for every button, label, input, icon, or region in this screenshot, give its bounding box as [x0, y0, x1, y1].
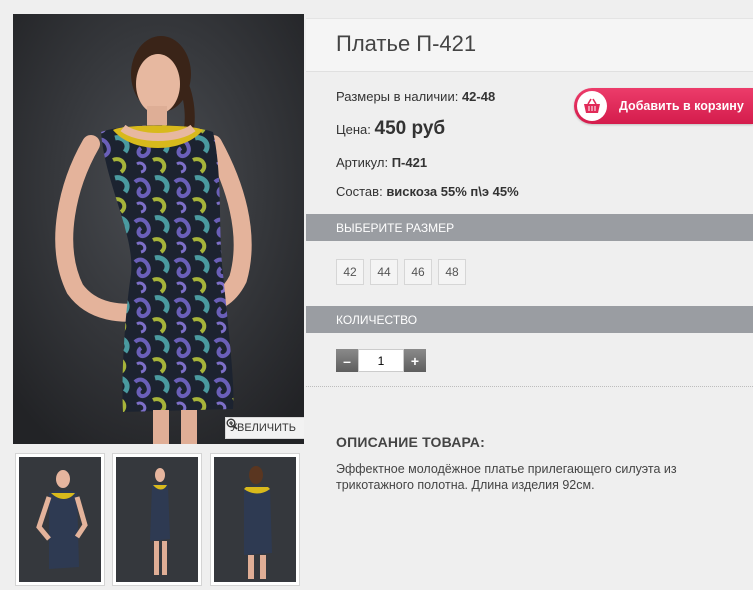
sizes-available-label: Размеры в наличии:: [336, 89, 459, 104]
quantity-decrease-button[interactable]: –: [336, 349, 358, 372]
description-text: Эффектное молодёжное платье прилегающего…: [336, 462, 677, 492]
article-value: П-421: [391, 155, 428, 170]
description-title: ОПИСАНИЕ ТОВАРА:: [336, 434, 485, 450]
quantity-increase-button[interactable]: +: [404, 349, 426, 372]
sizes-available: Размеры в наличии: 42-48: [336, 89, 495, 104]
thumbnail-2[interactable]: [112, 453, 202, 586]
article-label: Артикул:: [336, 155, 389, 170]
dotted-divider: [306, 386, 753, 387]
quantity-section-header: КОЛИЧЕСТВО: [306, 306, 753, 333]
product-title: Платье П-421: [336, 31, 477, 56]
size-options: 42 44 46 48: [336, 259, 466, 285]
magnifier-plus-icon: [226, 418, 238, 430]
size-option-48[interactable]: 48: [438, 259, 466, 285]
basket-icon: [577, 91, 607, 121]
price-value: 450 руб: [374, 118, 446, 139]
zoom-button[interactable]: УВЕЛИЧИТЬ: [225, 417, 304, 439]
thumbnail-image: [19, 457, 101, 582]
size-option-42[interactable]: 42: [336, 259, 364, 285]
composition-label: Состав:: [336, 184, 383, 199]
article-row: Артикул: П-421: [336, 155, 427, 170]
thumbnail-1[interactable]: [15, 453, 105, 586]
title-bar: Платье П-421: [306, 18, 753, 72]
price-row: Цена: 450 руб: [336, 118, 445, 140]
add-to-cart-label: Добавить в корзину: [619, 99, 744, 113]
composition-value: вискоза 55% п\э 45%: [386, 184, 519, 199]
add-to-cart-button[interactable]: Добавить в корзину: [574, 88, 753, 124]
size-option-46[interactable]: 46: [404, 259, 432, 285]
composition-row: Состав: вискоза 55% п\э 45%: [336, 184, 519, 199]
sizes-available-value: 42-48: [461, 89, 496, 104]
size-section-title: ВЫБЕРИТЕ РАЗМЕР: [336, 220, 455, 235]
thumbnail-image: [214, 457, 296, 582]
zoom-label: УВЕЛИЧИТЬ: [230, 422, 296, 434]
product-details-panel: Платье П-421 Размеры в наличии: 42-48 До…: [306, 14, 753, 590]
dress-model-illustration: [13, 14, 304, 444]
size-option-44[interactable]: 44: [370, 259, 398, 285]
main-product-photo[interactable]: УВЕЛИЧИТЬ: [13, 14, 304, 444]
quantity-section-title: КОЛИЧЕСТВО: [336, 312, 418, 327]
quantity-input[interactable]: [358, 349, 404, 372]
thumbnail-image: [116, 457, 198, 582]
thumbnail-3[interactable]: [210, 453, 300, 586]
price-label: Цена:: [336, 122, 371, 137]
quantity-stepper: – +: [336, 349, 426, 372]
size-section-header: ВЫБЕРИТЕ РАЗМЕР: [306, 214, 753, 241]
